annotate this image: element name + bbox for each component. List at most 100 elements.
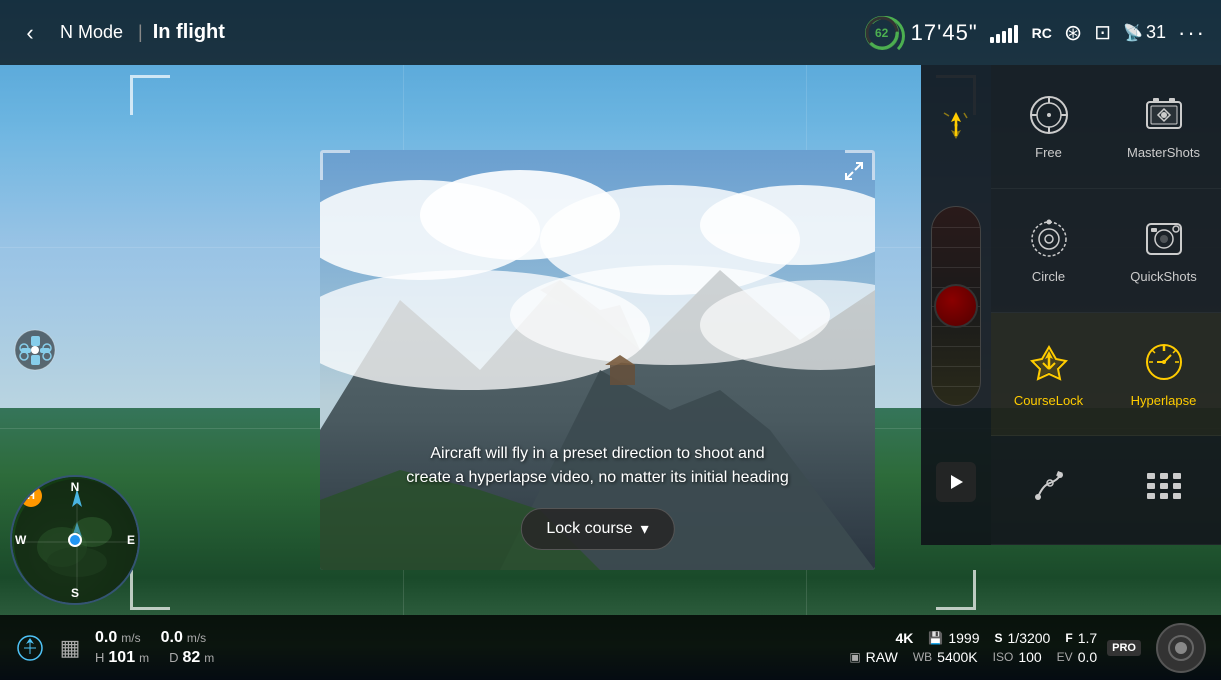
panorama-mode-icon (1141, 464, 1186, 509)
more-button[interactable]: ··· (1178, 20, 1206, 46)
waypoint-mode-icon (1026, 464, 1071, 509)
shutter-value: 1/3200 (1008, 630, 1051, 646)
camera-row-2: ▣ RAW WB 5400K ISO 100 EV 0.0 (849, 649, 1097, 665)
format-setting: ▣ RAW (849, 649, 898, 665)
wb-value: 5400K (937, 649, 977, 665)
aperture-value: 1.7 (1078, 630, 1097, 646)
ev-setting: EV 0.0 (1057, 649, 1097, 665)
v-speed-unit: m/s (187, 631, 206, 645)
expand-button[interactable] (843, 160, 865, 188)
compass-north: N (71, 480, 80, 494)
format-icon: ▣ (849, 650, 860, 664)
mode-hyperlapse[interactable]: Hyperlapse (1106, 313, 1221, 437)
compass-east: E (127, 533, 135, 547)
signal-bar-5 (1014, 25, 1018, 43)
wb-setting: WB 5400K (913, 649, 978, 665)
pro-badge[interactable]: PRO (1107, 640, 1141, 656)
quickshots-mode-icon (1141, 216, 1186, 261)
bottom-bar: ▦ 0.0 m/s 0.0 m/s H 101 m D 82 m (0, 615, 1221, 680)
drone-position-dot (68, 533, 82, 547)
home-label: H (20, 485, 42, 507)
iso-value: 100 (1018, 649, 1041, 665)
shutter-label-icon: S (995, 631, 1003, 645)
altitude-label: H (95, 650, 104, 665)
altitude: H 101 m (95, 649, 149, 667)
camera-settings-icon[interactable]: ⊛ (1064, 20, 1082, 46)
speed-row: 0.0 m/s 0.0 m/s (95, 629, 214, 647)
shutter-setting: S 1/3200 (995, 630, 1051, 646)
shutter-button[interactable] (1156, 623, 1206, 673)
altitude-distance-row: H 101 m D 82 m (95, 649, 214, 667)
storage-value: 1999 (948, 630, 979, 646)
timeline-icon[interactable]: ▦ (55, 633, 85, 663)
camera-settings-bar: 4K 💾 1999 S 1/3200 F 1.7 ▣ RAW WB 5400K (849, 630, 1097, 665)
play-button[interactable] (936, 462, 976, 502)
hyperlapse-mode-icon (1141, 340, 1186, 385)
h-speed-value: 0.0 (95, 629, 117, 647)
resolution-setting: 4K (895, 630, 913, 646)
satellite-icon: 📡 (1123, 23, 1143, 43)
compass-south: S (71, 586, 79, 600)
top-bar: ‹ N Mode | In flight 62 17'45" RC ⊛ ⊡ (0, 0, 1221, 65)
distance-unit: m (204, 651, 214, 665)
flight-time: 17'45" (911, 20, 978, 46)
joystick-knob[interactable] (934, 284, 978, 328)
video-corner-tl (320, 150, 350, 180)
quickshots-mode-label: QuickShots (1130, 269, 1196, 284)
lock-course-button[interactable]: Lock course ▾ (520, 508, 674, 550)
storage-setting: 💾 1999 (928, 630, 979, 646)
mode-courselock[interactable]: CourseLock (991, 313, 1106, 437)
compass-map: N S E W H (12, 477, 138, 603)
mode-free[interactable]: Free (991, 65, 1106, 189)
circle-mode-icon (1026, 216, 1071, 261)
joystick-area (921, 65, 991, 545)
joystick-dial[interactable] (931, 206, 981, 406)
camera-row-1: 4K 💾 1999 S 1/3200 F 1.7 (895, 630, 1097, 646)
flight-status: In flight (153, 21, 225, 44)
mode-mastershots[interactable]: MasterShots (1106, 65, 1221, 189)
mode-label: N Mode (60, 22, 123, 43)
mode-waypoint[interactable] (991, 436, 1106, 545)
wb-label-icon: WB (913, 650, 932, 664)
courselock-mode-label: CourseLock (1014, 393, 1083, 408)
dial-background (931, 206, 981, 406)
storage-icon: 💾 (928, 631, 943, 645)
aperture-setting: F 1.7 (1065, 630, 1097, 646)
aperture-label-icon: F (1065, 631, 1072, 645)
distance: D 82 m (169, 649, 214, 667)
v-speed-value: 0.0 (161, 629, 183, 647)
free-mode-label: Free (1035, 145, 1062, 160)
divider: | (138, 22, 143, 43)
altitude-value: 101 (108, 649, 135, 667)
left-panel (10, 305, 60, 375)
video-preview: Aircraft will fly in a preset direction … (320, 150, 875, 570)
satellite-number: 31 (1146, 22, 1166, 43)
back-button[interactable]: ‹ (15, 20, 45, 46)
ev-label-icon: EV (1057, 650, 1073, 664)
battery-percent: 62 (875, 26, 888, 40)
distance-value: 82 (182, 649, 200, 667)
bottom-left-controls: ▦ (15, 633, 85, 663)
mode-quickshots[interactable]: QuickShots (1106, 189, 1221, 313)
mode-selector-panel: Free MasterShots Circle (991, 65, 1221, 545)
hyperlapse-mode-label: Hyperlapse (1131, 393, 1197, 408)
attitude-indicator[interactable] (15, 633, 45, 663)
mode-panorama[interactable] (1106, 436, 1221, 545)
video-subtitle: Aircraft will fly in a preset direction … (320, 442, 875, 490)
rc-label: RC (1032, 25, 1052, 41)
sd-card-icon[interactable]: ⊡ (1094, 20, 1111, 45)
h-speed-unit: m/s (121, 631, 140, 645)
horizontal-speed: 0.0 m/s (95, 629, 141, 647)
battery-indicator: 62 (865, 16, 899, 50)
iso-label-icon: ISO (993, 650, 1014, 664)
courselock-mode-icon (1026, 340, 1071, 385)
signal-bars (990, 23, 1018, 43)
top-bar-right: 62 17'45" RC ⊛ ⊡ 📡 31 ··· (865, 16, 1206, 50)
direction-arrow (939, 108, 974, 151)
distance-label: D (169, 650, 178, 665)
compass-widget[interactable]: N S E W H (10, 475, 140, 605)
mastershots-mode-label: MasterShots (1127, 145, 1200, 160)
drone-icon[interactable] (10, 325, 60, 375)
mode-circle[interactable]: Circle (991, 189, 1106, 313)
signal-bar-1 (990, 37, 994, 43)
